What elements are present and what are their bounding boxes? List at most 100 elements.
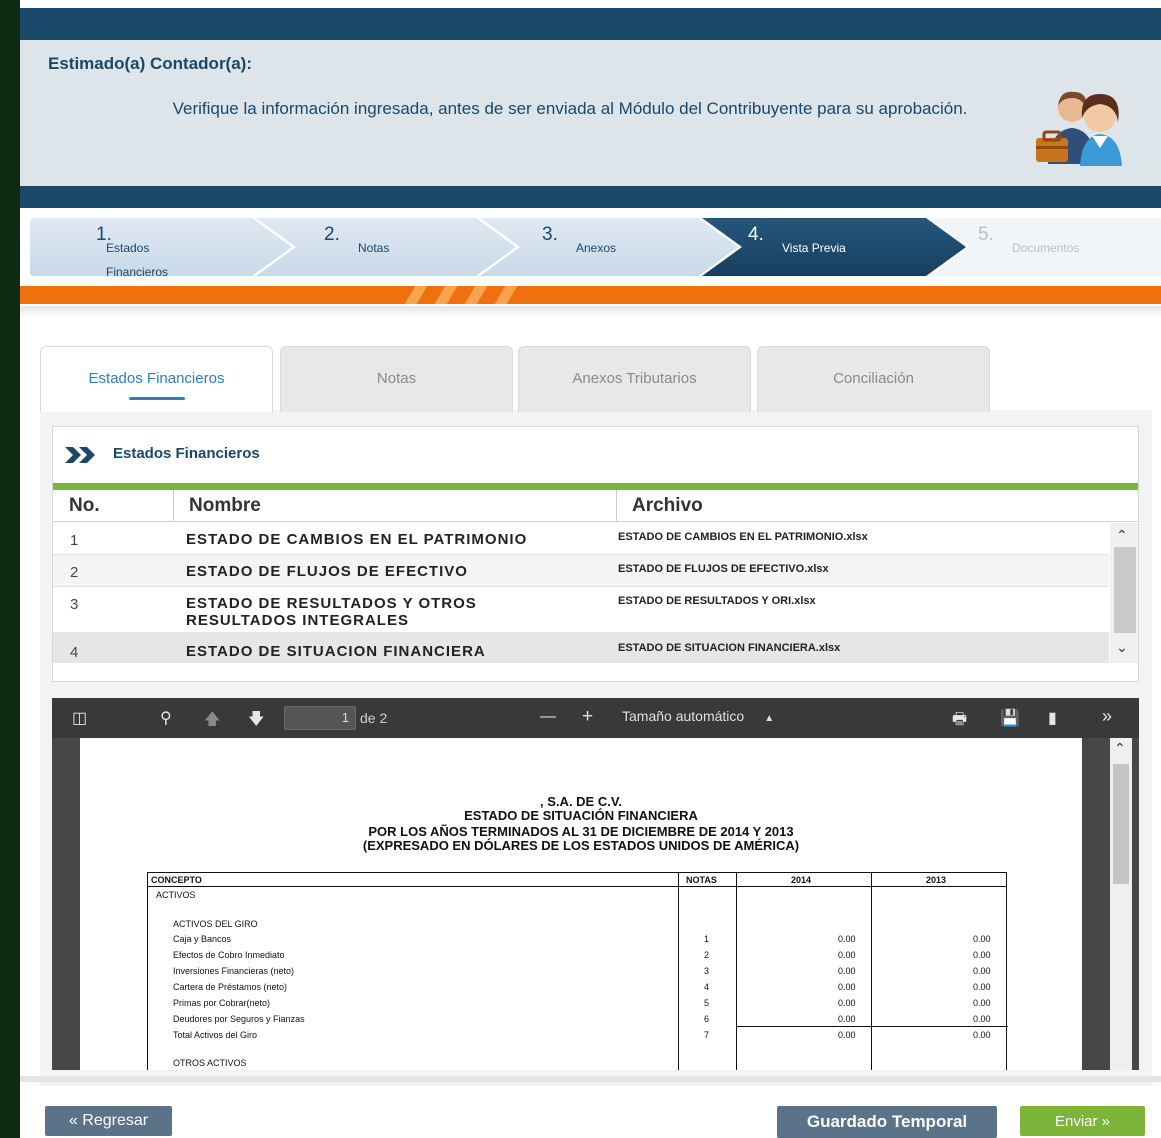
doc-item-nota: 6 [704, 1014, 710, 1024]
bookmark-icon[interactable]: ▮ [1048, 708, 1057, 728]
doc-item-2013: 0.00 [973, 934, 991, 944]
step-number: 2. [324, 224, 340, 245]
col-header-archivo: Archivo [632, 495, 703, 516]
doc-col-2013: 2013 [926, 875, 947, 885]
doc-item-2014: 0.00 [838, 982, 856, 992]
tab-conciliacion[interactable]: Conciliación [757, 346, 990, 412]
back-button[interactable]: « Regresar [45, 1106, 172, 1136]
header-message: Verifique la información ingresada, ante… [172, 99, 968, 118]
scrollbar-thumb[interactable] [1114, 547, 1136, 633]
step-label: Documentos [1012, 241, 1080, 255]
header-title: Estimado(a) Contador(a): [48, 54, 252, 73]
tab-label: Anexos Tributarios [572, 370, 697, 387]
zoom-select-value: Tamaño automático [622, 708, 745, 724]
tab-label: Estados Financieros [88, 370, 225, 387]
doc-currency-note: (EXPRESADO EN DÓLARES DE LOS ESTADOS UNI… [362, 838, 800, 853]
cell-no: 3 [70, 596, 79, 613]
doc-table-header: CONCEPTO NOTAS 2014 2013 [148, 873, 1006, 887]
doc-item-label: Total Activos del Giro [173, 1030, 258, 1040]
doc-item-nota: 2 [704, 950, 710, 960]
step-number: 5. [978, 224, 994, 245]
section-header: Estados Financieros [53, 427, 1138, 483]
page-number-input[interactable]: 1 [284, 706, 356, 730]
cell-archivo-link[interactable]: ESTADO DE RESULTADOS Y ORI.xlsx [618, 595, 816, 607]
pdf-page: , S.A. DE C.V. ESTADO DE SITUACIÓN FINAN… [80, 738, 1082, 1070]
step-label: Anexos [576, 241, 617, 255]
table-row[interactable]: 2 ESTADO DE FLUJOS DE EFECTIVO ESTADO DE… [53, 555, 1109, 587]
wizard-step-2[interactable]: 2. Notas [292, 218, 512, 276]
footer-separator [20, 1076, 1161, 1082]
zoom-in-icon[interactable]: + [582, 706, 593, 728]
doc-item-nota: 4 [704, 982, 710, 992]
tab-label: Conciliación [833, 370, 914, 387]
doc-col-2014: 2014 [791, 875, 812, 885]
cell-archivo-link[interactable]: ESTADO DE SITUACION FINANCIERA.xlsx [618, 642, 840, 654]
step-number: 4. [748, 224, 764, 245]
table-row[interactable]: 3 ESTADO DE RESULTADOS Y OTROS RESULTADO… [53, 587, 1109, 633]
next-page-icon[interactable]: 🡇 [248, 708, 264, 735]
cell-nombre: ESTADO DE RESULTADOS Y OTROS RESULTADOS … [186, 595, 477, 629]
doc-item-nota: 7 [704, 1030, 710, 1040]
step-number: 3. [542, 224, 558, 245]
cell-no: 1 [70, 532, 79, 549]
doc-col-concepto: CONCEPTO [151, 875, 202, 885]
wizard-step-3[interactable]: 3. Anexos [516, 218, 736, 276]
doc-otros-activos: OTROS ACTIVOS [173, 1058, 247, 1068]
zoom-select[interactable]: Tamaño automático ▲ [622, 708, 774, 724]
pdf-scrollbar-thumb[interactable] [1113, 764, 1129, 884]
separator-shadow [20, 306, 1161, 318]
search-icon[interactable]: ⚲ [160, 708, 172, 728]
previous-page-icon[interactable]: 🡅 [204, 708, 220, 735]
download-icon[interactable]: 💾 [1000, 708, 1020, 728]
pdf-viewer: ◫ ⚲ 🡅 🡇 1 de 2 — + Tamaño automático ▲ 🖶 … [52, 698, 1139, 1070]
cell-no: 4 [70, 644, 79, 661]
tab-anexos-tributarios[interactable]: Anexos Tributarios [518, 346, 751, 412]
cell-archivo-link[interactable]: ESTADO DE FLUJOS DE EFECTIVO.xlsx [618, 563, 829, 575]
doc-item-label: Caja y Bancos [173, 934, 232, 944]
pdf-scrollbar[interactable]: ⌃ [1110, 738, 1132, 1070]
cell-nombre: ESTADO DE FLUJOS DE EFECTIVO [186, 563, 468, 580]
table-scrollbar[interactable]: ⌃ ⌄ [1110, 523, 1138, 663]
doc-activos-giro: ACTIVOS DEL GIRO [173, 919, 258, 929]
tab-active-underline [129, 397, 185, 400]
doc-item-nota: 3 [704, 966, 710, 976]
scroll-down-icon[interactable]: ⌄ [1116, 639, 1128, 656]
doc-item-nota: 5 [704, 998, 710, 1008]
tools-menu-icon[interactable]: » [1102, 706, 1112, 727]
table-row[interactable]: 4 ESTADO DE SITUACION FINANCIERA ESTADO … [53, 633, 1109, 663]
wizard-step-5: 5. Documentos [966, 218, 1156, 276]
doc-item-nota: 1 [704, 934, 710, 944]
save-draft-button[interactable]: Guardado Temporal [777, 1106, 997, 1138]
wizard-step-1[interactable]: 1. Estados Financieros [30, 218, 290, 279]
scroll-up-icon[interactable]: ⌃ [1116, 527, 1128, 544]
header-bottom-bar [20, 186, 1161, 208]
doc-title: ESTADO DE SITUACIÓN FINANCIERA [464, 808, 698, 823]
progress-orange-bar [20, 286, 1161, 304]
doc-item-2013: 0.00 [973, 1014, 991, 1024]
tab-notas[interactable]: Notas [280, 346, 513, 412]
cell-nombre: ESTADO DE SITUACION FINANCIERA [186, 643, 486, 660]
select-arrow-icon: ▲ [764, 713, 775, 724]
send-button[interactable]: Enviar » [1020, 1106, 1145, 1136]
wizard-step-4[interactable]: 4. Vista Previa [738, 218, 964, 276]
doc-item-label: Efectos de Cobro Inmediato [173, 950, 285, 960]
print-icon[interactable]: 🖶 [952, 708, 967, 735]
col-header-nombre: Nombre [189, 495, 261, 516]
doc-company: , S.A. DE C.V. [540, 794, 622, 809]
zoom-out-icon[interactable]: — [540, 708, 556, 726]
table-row[interactable]: 1 ESTADO DE CAMBIOS EN EL PATRIMONIO EST… [53, 523, 1109, 555]
accountant-avatar-icon [1036, 91, 1122, 166]
sidebar-toggle-icon[interactable]: ◫ [72, 708, 87, 728]
scroll-up-icon[interactable]: ⌃ [1114, 740, 1126, 757]
step-label: Estados Financieros [106, 241, 169, 279]
doc-item-2014: 0.00 [838, 1030, 856, 1040]
doc-item-2013: 0.00 [973, 998, 991, 1008]
left-edge-strip [0, 0, 20, 1138]
doc-item-2013: 0.00 [973, 982, 991, 992]
doc-table: CONCEPTO NOTAS 2014 2013 ACTIVOS ACTIVOS… [147, 872, 1008, 1070]
tab-label: Notas [376, 370, 417, 387]
doc-item-2014: 0.00 [838, 998, 856, 1008]
tab-estados-financieros[interactable]: Estados Financieros [40, 346, 273, 412]
double-chevron-icon [65, 447, 95, 463]
cell-archivo-link[interactable]: ESTADO DE CAMBIOS EN EL PATRIMONIO.xlsx [618, 531, 868, 543]
